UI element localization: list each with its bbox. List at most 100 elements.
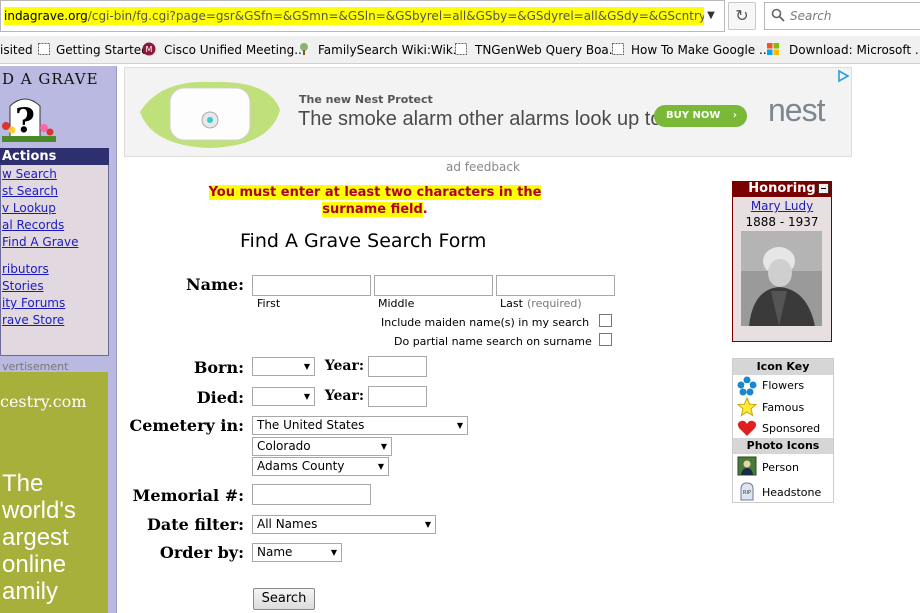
dropdown-arrow-icon: ▼ <box>380 442 387 451</box>
partial-search-checkbox[interactable] <box>599 333 612 346</box>
state-value: Colorado <box>257 439 311 453</box>
headstone-photo-icon: RIP <box>740 482 754 501</box>
url-path: /cgi-bin/fg.cgi?page=gsr&GSfn=&GSmn=&GSl… <box>87 9 704 23</box>
ancestry-copy: The world's argest online amily <box>2 470 76 605</box>
memorial-label: Memorial #: <box>132 486 244 505</box>
county-select[interactable]: Adams County ▼ <box>252 457 389 476</box>
person-photo-icon <box>737 456 757 476</box>
order-by-value: Name <box>257 545 293 559</box>
maiden-name-label: Include maiden name(s) in my search <box>381 316 590 329</box>
search-button[interactable]: Search <box>253 588 315 610</box>
action-lookup[interactable]: v Lookup <box>2 201 56 215</box>
search-icon <box>771 8 785 22</box>
icon-key-title: Icon Key <box>733 359 833 375</box>
required-hint: (required) <box>527 297 582 310</box>
cisco-icon: M <box>142 42 156 56</box>
died-label: Died: <box>196 388 244 407</box>
date-filter-select[interactable]: All Names ▼ <box>252 515 436 534</box>
heart-icon <box>737 420 757 436</box>
url-text[interactable]: indagrave.org/cgi-bin/fg.cgi?page=gsr&GS… <box>4 7 704 25</box>
buy-now-button[interactable]: BUY NOW › <box>654 105 747 127</box>
born-year-label: Year: <box>324 358 364 374</box>
action-records[interactable]: al Records <box>2 218 64 232</box>
blank-page-icon <box>612 43 624 55</box>
memorial-number-input[interactable] <box>252 484 371 505</box>
error-text: You must enter at least two characters i… <box>208 185 542 217</box>
reload-button[interactable]: ↻ <box>728 2 756 30</box>
dropdown-arrow-icon: ▼ <box>377 462 384 471</box>
last-sublabel: Last <box>500 297 523 310</box>
windows-icon <box>767 43 779 55</box>
ancestry-copy-line: world's <box>2 497 76 524</box>
state-select[interactable]: Colorado ▼ <box>252 437 392 456</box>
url-history-dropdown-icon[interactable]: ▼ <box>704 9 718 23</box>
first-name-input[interactable] <box>252 275 371 296</box>
url-host: indagrave.org <box>4 9 88 23</box>
tree-icon <box>300 43 308 55</box>
bookmark-microsoft[interactable]: Download: Microsoft ... <box>789 42 920 58</box>
action-contributors[interactable]: ributors <box>2 262 49 276</box>
bookmark-familysearch[interactable]: FamilySearch Wiki:Wik... <box>318 42 464 58</box>
browser-search-placeholder: Search <box>790 9 832 23</box>
bookmark-most-visited[interactable]: isited <box>0 42 33 58</box>
honoring-photo[interactable] <box>741 231 822 326</box>
action-last-search[interactable]: st Search <box>2 184 58 198</box>
buy-now-label: BUY NOW <box>666 110 721 121</box>
maiden-name-checkbox[interactable] <box>599 314 612 327</box>
chevron-right-icon: › <box>732 110 737 121</box>
bookmark-tngenweb[interactable]: TNGenWeb Query Boa... <box>475 42 620 58</box>
bookmark-getting-started[interactable]: Getting Started <box>56 42 149 58</box>
site-logo-text[interactable]: D A GRAVE <box>2 70 99 88</box>
ad-tagline: The smoke alarm other alarms look up to. <box>298 108 668 130</box>
born-range-select[interactable]: ▼ <box>252 357 315 376</box>
browser-search-input[interactable] <box>764 2 920 30</box>
date-filter-value: All Names <box>257 517 318 531</box>
middle-name-input[interactable] <box>374 275 493 296</box>
svg-text:RIP: RIP <box>743 490 751 496</box>
last-name-input[interactable] <box>496 275 615 296</box>
action-new-search[interactable]: w Search <box>2 167 57 181</box>
ad-feedback-link[interactable]: ad feedback <box>446 160 520 174</box>
born-year-input[interactable] <box>368 356 427 377</box>
cemetery-label: Cemetery in: <box>129 416 244 435</box>
svg-text:?: ? <box>15 101 35 141</box>
ancestry-copy-line: The <box>2 470 44 497</box>
honoring-name-link[interactable]: Mary Ludy <box>732 199 832 213</box>
order-by-label: Order by: <box>159 543 244 562</box>
country-value: The United States <box>257 418 365 432</box>
icon-key-headstone: Headstone <box>762 486 822 499</box>
first-sublabel: First <box>257 297 281 310</box>
country-select[interactable]: The United States ▼ <box>252 416 468 435</box>
blank-page-icon <box>455 43 467 55</box>
star-icon <box>737 397 757 417</box>
ad-choices-icon[interactable] <box>836 69 850 83</box>
dropdown-arrow-icon: ▼ <box>424 520 431 529</box>
partial-search-label: Do partial name search on surname <box>394 335 592 348</box>
died-year-label: Year: <box>324 388 364 404</box>
order-by-select[interactable]: Name ▼ <box>252 543 342 562</box>
action-find-a-grave[interactable]: Find A Grave <box>2 235 79 249</box>
bookmark-cisco[interactable]: Cisco Unified Meeting... <box>164 42 306 58</box>
action-stories[interactable]: Stories <box>2 279 44 293</box>
smoke-detector-image <box>140 81 280 148</box>
action-forums[interactable]: ity Forums <box>2 296 65 310</box>
dropdown-arrow-icon: ▼ <box>303 362 310 371</box>
ancestry-copy-line: argest <box>2 524 69 551</box>
page-title: Find A Grave Search Form <box>240 230 487 252</box>
died-range-select[interactable]: ▼ <box>252 387 315 406</box>
nest-logo: nest <box>768 92 825 128</box>
minimize-icon[interactable] <box>818 183 829 194</box>
blank-page-icon <box>38 43 50 55</box>
error-message: You must enter at least two characters i… <box>208 185 542 217</box>
icon-key-sponsored: Sponsored <box>762 422 821 435</box>
name-label: Name: <box>185 275 244 294</box>
photo-icons-title: Photo Icons <box>733 438 833 454</box>
date-filter-label: Date filter: <box>147 515 244 534</box>
svg-text:M: M <box>146 45 153 54</box>
dropdown-arrow-icon: ▼ <box>456 421 463 430</box>
ad-headline: The new Nest Protect <box>299 93 433 106</box>
ancestry-logo: cestry.com <box>0 392 87 411</box>
bookmark-google[interactable]: How To Make Google ... <box>631 42 770 58</box>
action-store[interactable]: rave Store <box>2 313 64 327</box>
died-year-input[interactable] <box>368 386 427 407</box>
